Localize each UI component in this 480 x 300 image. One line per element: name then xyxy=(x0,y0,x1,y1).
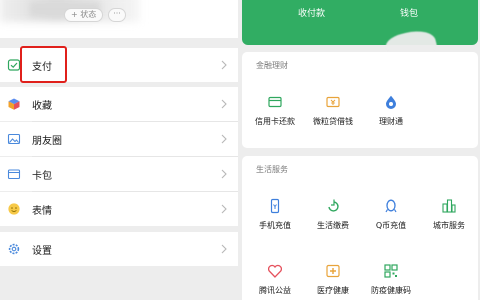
cube-icon xyxy=(7,97,21,111)
collect-payment-button[interactable]: 收付款 xyxy=(298,6,325,19)
service-qcoin[interactable]: Q币充值 xyxy=(362,198,420,238)
service-mobile-topup[interactable]: 手机充值 xyxy=(246,198,304,238)
phone-icon xyxy=(267,198,283,214)
wealth-drop-icon xyxy=(383,94,399,110)
service-label: 微粒贷借钱 xyxy=(313,117,353,126)
service-weilidai[interactable]: 微粒贷借钱 xyxy=(304,94,362,134)
building-icon xyxy=(441,198,457,214)
image-icon xyxy=(7,132,21,146)
menu-item-label: 收藏 xyxy=(32,100,52,112)
wallet-banner: 收付款 钱包 xyxy=(242,0,478,45)
profile-header: + 状态 ··· xyxy=(0,0,238,38)
menu-item-favorites[interactable]: 收藏 xyxy=(0,87,238,121)
service-label: 医疗健康 xyxy=(317,286,349,295)
menu-item-pay[interactable]: 支付 xyxy=(0,48,238,82)
service-label: 防疫健康码 xyxy=(371,286,411,295)
service-medical[interactable]: 医疗健康 xyxy=(304,263,362,300)
menu-item-settings[interactable]: 设置 xyxy=(0,232,238,266)
chevron-right-icon xyxy=(218,203,230,215)
me-page: + 状态 ··· 支付 收藏 朋友圈 卡包 表情 设置 xyxy=(0,0,238,300)
loan-icon xyxy=(325,94,341,110)
service-label: 手机充值 xyxy=(259,221,291,230)
gear-icon xyxy=(7,242,21,256)
service-label: 腾讯公益 xyxy=(259,286,291,295)
leaf-icon xyxy=(325,198,341,214)
more-button[interactable]: ··· xyxy=(108,8,126,22)
menu-item-label: 设置 xyxy=(32,245,52,257)
finance-card: 金融理财 信用卡还款 微粒贷借钱 理财通 xyxy=(242,52,478,148)
section-title: 金融理财 xyxy=(256,61,288,70)
life-services-card: 生活服务 手机充值 生活缴费 Q币充值 城市服务 腾讯公益 医疗健康 防疫健康码 xyxy=(242,156,478,300)
service-label: 理财通 xyxy=(379,117,403,126)
service-label: 城市服务 xyxy=(433,221,465,230)
status-button[interactable]: + 状态 xyxy=(64,8,104,22)
medical-cross-icon xyxy=(325,263,341,279)
chevron-right-icon xyxy=(218,133,230,145)
service-credit-card[interactable]: 信用卡还款 xyxy=(246,94,304,134)
section-title: 生活服务 xyxy=(256,165,288,174)
qr-code-icon xyxy=(383,263,399,279)
menu-item-label: 表情 xyxy=(32,205,52,217)
chevron-right-icon xyxy=(218,168,230,180)
pay-icon xyxy=(7,58,21,72)
heart-icon xyxy=(267,263,283,279)
chevron-right-icon xyxy=(218,243,230,255)
chevron-right-icon xyxy=(218,98,230,110)
service-utilities[interactable]: 生活缴费 xyxy=(304,198,362,238)
menu-item-stickers[interactable]: 表情 xyxy=(0,192,238,226)
menu-item-cards[interactable]: 卡包 xyxy=(0,157,238,191)
service-label: 生活缴费 xyxy=(317,221,349,230)
wallet-icon xyxy=(7,167,21,181)
service-label: 信用卡还款 xyxy=(255,117,295,126)
services-page: 收付款 钱包 金融理财 信用卡还款 微粒贷借钱 理财通 生活服务 手机充值 生活… xyxy=(238,0,480,300)
menu-item-label: 支付 xyxy=(32,61,52,73)
service-health-code[interactable]: 防疫健康码 xyxy=(362,263,420,300)
service-city[interactable]: 城市服务 xyxy=(420,198,478,238)
wallet-button[interactable]: 钱包 xyxy=(400,6,418,19)
penguin-icon xyxy=(383,198,399,214)
smiley-icon xyxy=(7,202,21,216)
service-charity[interactable]: 腾讯公益 xyxy=(246,263,304,300)
menu-item-moments[interactable]: 朋友圈 xyxy=(0,122,238,156)
credit-card-icon xyxy=(267,94,283,110)
service-licaitong[interactable]: 理财通 xyxy=(362,94,420,134)
menu-item-label: 朋友圈 xyxy=(32,135,62,147)
service-label: Q币充值 xyxy=(375,221,407,230)
menu-item-label: 卡包 xyxy=(32,170,52,182)
chevron-right-icon xyxy=(218,59,230,71)
